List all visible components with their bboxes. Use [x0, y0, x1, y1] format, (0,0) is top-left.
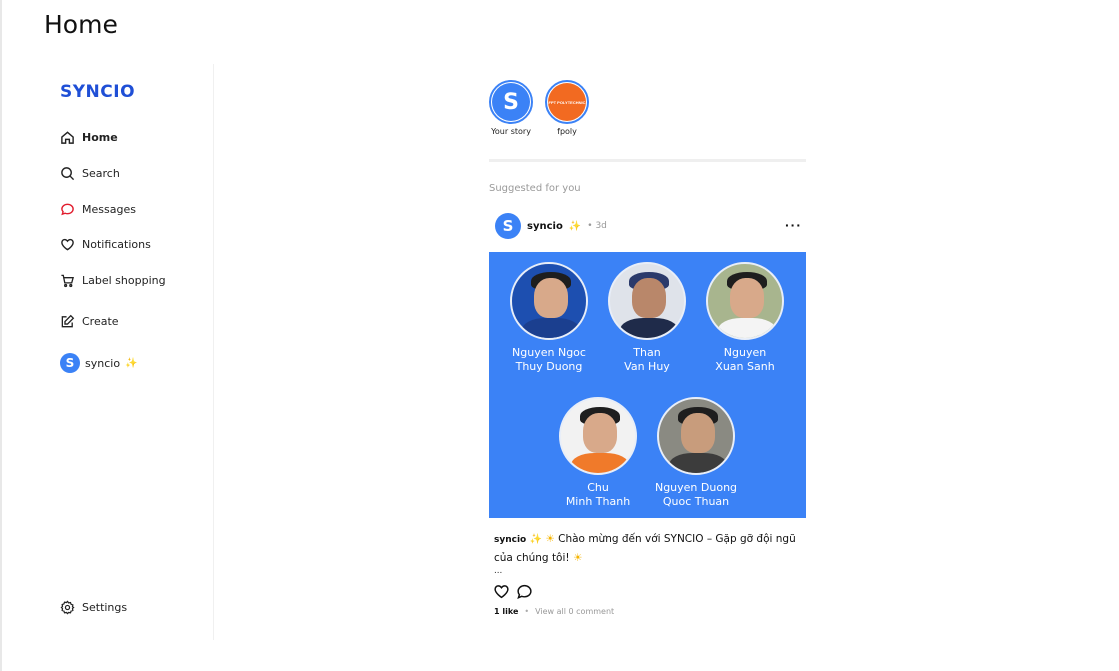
team-member: Nguyen Xuan Sanh — [695, 262, 795, 374]
app-frame: Home SYNCIO Home Search Messages Notific… — [0, 0, 1119, 671]
sun-icon: ☀ — [545, 533, 555, 545]
story-label: Your story — [491, 127, 531, 136]
post-caption: syncio ✨ ☀ Chào mừng đến với SYNCIO – Gặ… — [489, 530, 806, 567]
sparkle-icon: ✨ — [568, 220, 582, 232]
avatar: S — [60, 353, 80, 373]
view-comments-link[interactable]: View all 0 comment — [535, 607, 614, 616]
sidebar-item-label: Create — [82, 315, 119, 328]
like-count[interactable]: 1 like — [494, 607, 518, 616]
member-photo — [510, 262, 588, 340]
team-member: Chu Minh Thanh — [548, 397, 648, 509]
sidebar-item-label: Settings — [82, 601, 128, 614]
search-icon — [60, 166, 75, 181]
post-image[interactable]: Nguyen Ngoc Thuy Duong Than Van Huy Nguyen… — [489, 252, 806, 518]
feed: S Your story FPT POLYTECHNIC fpoly Sugge… — [489, 80, 806, 616]
sparkle-icon: ✨ — [125, 357, 138, 369]
gear-icon — [60, 600, 75, 615]
stories-bar: S Your story FPT POLYTECHNIC fpoly — [489, 80, 806, 162]
sidebar-item-search[interactable]: Search — [60, 166, 120, 181]
separator-dot: • — [524, 607, 530, 616]
story-fpoly[interactable]: FPT POLYTECHNIC fpoly — [545, 80, 589, 159]
create-icon — [60, 314, 75, 329]
sidebar-item-label: Notifications — [82, 238, 151, 251]
page-title: Home — [44, 10, 118, 39]
sidebar-item-home[interactable]: Home — [60, 130, 118, 145]
member-name: Than Van Huy — [624, 346, 670, 373]
home-icon — [60, 130, 75, 145]
story-ring: FPT POLYTECHNIC — [545, 80, 589, 124]
messages-icon — [60, 202, 75, 217]
sidebar-item-create[interactable]: Create — [60, 314, 119, 329]
member-name: Nguyen Duong Quoc Thuan — [654, 481, 738, 508]
sidebar-item-label-shopping[interactable]: Label shopping — [60, 273, 166, 288]
more-options-icon[interactable]: ··· — [785, 217, 802, 233]
sidebar-item-notifications[interactable]: Notifications — [60, 237, 151, 252]
sidebar-item-label: Label shopping — [82, 274, 166, 287]
team-member: Than Van Huy — [597, 262, 697, 374]
member-photo — [657, 397, 735, 475]
sidebar-item-messages[interactable]: Messages — [60, 202, 136, 217]
member-name: Nguyen Xuan Sanh — [715, 346, 775, 373]
post-actions — [489, 583, 806, 605]
team-member: Nguyen Ngoc Thuy Duong — [499, 262, 599, 374]
member-name: Nguyen Ngoc Thuy Duong — [512, 346, 586, 373]
sidebar-item-settings[interactable]: Settings — [60, 600, 127, 615]
sidebar-item-profile[interactable]: S syncio ✨ — [60, 353, 138, 373]
member-photo — [706, 262, 784, 340]
caption-username[interactable]: syncio — [494, 535, 526, 545]
post: S syncio ✨ • 3d ··· Nguyen Ngoc Thuy Duon… — [489, 213, 806, 616]
sidebar-item-label: syncio — [85, 356, 121, 370]
post-stats: 1 like • View all 0 comment — [489, 607, 806, 616]
cart-icon — [60, 273, 75, 288]
post-time-value: 3d — [595, 221, 607, 231]
member-photo — [608, 262, 686, 340]
suggested-heading: Suggested for you — [489, 183, 581, 194]
sidebar-item-label: Home — [82, 131, 118, 144]
story-ring: S — [489, 80, 533, 124]
avatar: S — [492, 83, 530, 121]
story-label: fpoly — [557, 127, 577, 136]
sparkle-icon: ✨ — [529, 534, 543, 545]
story-your-story[interactable]: S Your story — [489, 80, 533, 159]
post-username[interactable]: syncio — [527, 221, 563, 232]
post-header: S syncio ✨ • 3d ··· — [489, 213, 806, 239]
fpoly-logo: FPT POLYTECHNIC — [548, 83, 586, 121]
caption-more[interactable]: ... — [489, 566, 806, 576]
post-time: • 3d — [587, 221, 607, 231]
member-photo — [559, 397, 637, 475]
app-logo[interactable]: SYNCIO — [60, 82, 135, 102]
heart-icon — [60, 237, 75, 252]
sun-icon: ☀ — [572, 552, 583, 564]
comment-icon[interactable] — [516, 583, 533, 605]
sidebar-item-label: Messages — [82, 203, 136, 216]
team-member: Nguyen Duong Quoc Thuan — [646, 397, 746, 509]
sidebar: SYNCIO Home Search Messages Notification… — [44, 64, 214, 640]
member-name: Chu Minh Thanh — [565, 481, 631, 508]
like-heart-icon[interactable] — [493, 583, 510, 605]
sidebar-item-label: Search — [82, 167, 120, 180]
avatar[interactable]: S — [495, 213, 521, 239]
